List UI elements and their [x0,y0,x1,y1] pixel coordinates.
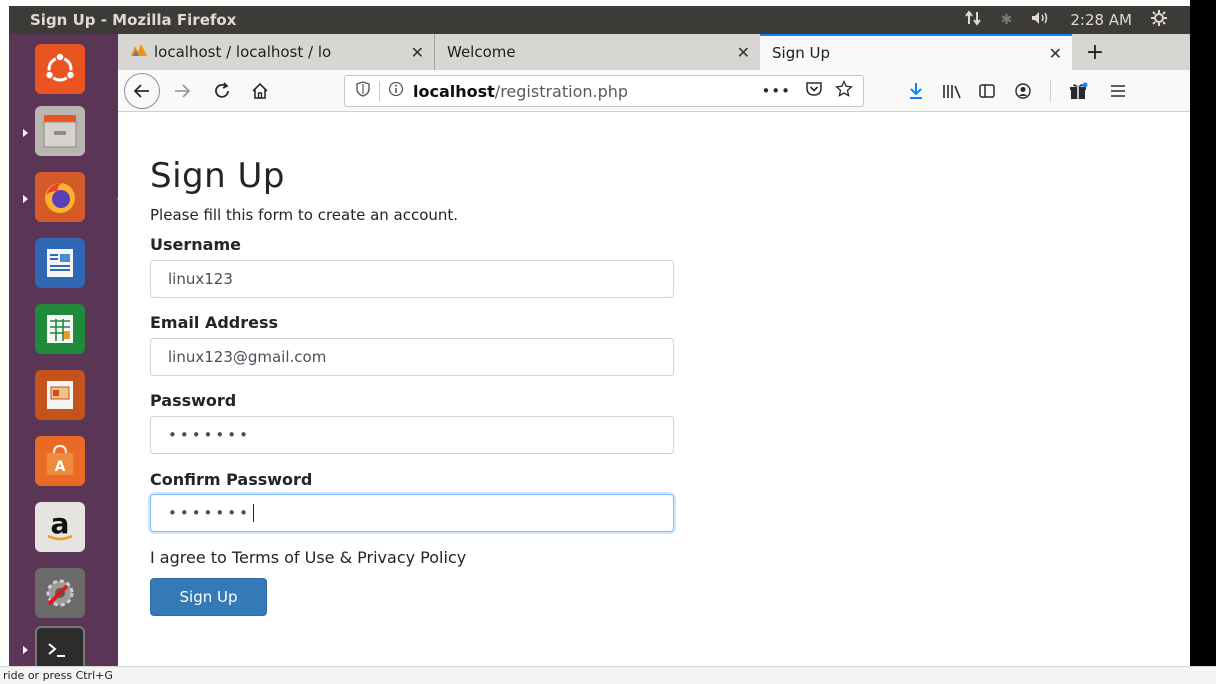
library-icon[interactable] [938,75,966,107]
close-tab-icon[interactable]: ✕ [1049,44,1062,63]
page-title: Sign Up [150,156,285,196]
software-center-icon[interactable]: A [35,436,85,486]
username-label: Username [150,235,241,254]
reload-button[interactable] [204,75,240,107]
files-icon[interactable] [35,106,85,156]
confirm-password-input[interactable]: ••••••• [150,494,674,532]
url-path: /registration.php [494,81,629,101]
status-text: ride or press Ctrl+G [3,669,113,682]
terminal-running-indicator [23,646,28,654]
screen: Sign Up - Mozilla Firefox ✱ 2:28 AM A a … [0,0,1216,684]
email-value: linux123@gmail.com [168,348,327,366]
confirm-password-value: ••••••• [168,504,251,522]
writer-icon[interactable] [35,238,85,288]
downloads-icon[interactable] [903,75,929,107]
username-input[interactable]: linux123 [150,260,674,298]
system-settings-icon[interactable] [35,568,85,618]
account-icon[interactable] [1009,75,1037,107]
firefox-window: localhost / localhost / lo ✕ Welcome ✕ S… [118,34,1190,666]
close-tab-icon[interactable]: ✕ [411,43,424,62]
phpmyadmin-icon [130,43,148,61]
files-running-indicator [23,129,28,137]
tracking-shield-icon[interactable] [355,81,371,101]
email-input[interactable]: linux123@gmail.com [150,338,674,376]
amazon-icon[interactable]: a [35,502,85,552]
session-gear-icon[interactable] [1150,9,1168,31]
tab-welcome[interactable]: Welcome ✕ [434,34,760,70]
page-content: Sign Up Please fill this form to create … [118,113,1190,666]
url-host: localhost [413,81,495,101]
url-divider [379,81,380,101]
password-value: ••••••• [168,426,251,444]
email-label: Email Address [150,313,279,332]
top-panel: Sign Up - Mozilla Firefox ✱ 2:28 AM [9,6,1190,34]
password-input[interactable]: ••••••• [150,416,674,454]
bluetooth-icon[interactable]: ✱ [1001,12,1013,28]
hamburger-menu-icon[interactable] [1103,75,1133,107]
back-button[interactable] [124,72,160,109]
right-margin [1190,0,1216,666]
svg-text:a: a [51,509,70,540]
toolbar-divider [1050,80,1051,102]
tab-label: localhost / localhost / lo [154,43,332,61]
left-margin [0,0,9,666]
username-value: linux123 [168,270,233,288]
tab-phpmyadmin[interactable]: localhost / localhost / lo ✕ [118,34,434,70]
ubuntu-dash-icon[interactable] [35,44,85,94]
tab-sign-up[interactable]: Sign Up ✕ [760,34,1072,70]
url-bar[interactable]: localhost/registration.php ••• [344,75,864,107]
text-caret [252,504,254,522]
forward-button[interactable] [164,75,200,107]
close-tab-icon[interactable]: ✕ [737,43,750,62]
clock[interactable]: 2:28 AM [1070,11,1132,29]
window-title: Sign Up - Mozilla Firefox [30,11,237,29]
panel-indicators: ✱ 2:28 AM [964,9,1190,31]
firefox-icon[interactable] [35,172,85,222]
new-tab-icon[interactable]: + [1072,34,1118,70]
page-actions-icon[interactable]: ••• [761,82,791,100]
tab-label: Sign Up [772,44,830,62]
status-bar: ride or press Ctrl+G [0,666,1216,684]
navigation-toolbar: localhost/registration.php ••• [118,70,1190,112]
volume-icon[interactable] [1030,10,1052,30]
bookmark-star-icon[interactable] [835,79,853,102]
calc-icon[interactable] [35,304,85,354]
home-button[interactable] [242,75,278,107]
pocket-icon[interactable] [805,81,823,101]
tab-bar: localhost / localhost / lo ✕ Welcome ✕ S… [118,34,1190,70]
confirm-password-label: Confirm Password [150,470,313,489]
impress-icon[interactable] [35,370,85,420]
firefox-running-indicator [23,195,28,203]
sign-up-button[interactable]: Sign Up [150,578,267,616]
svg-text:A: A [55,459,66,475]
tab-label: Welcome [447,43,516,61]
network-icon[interactable] [964,10,983,30]
password-label: Password [150,391,237,410]
unity-launcher: A a [9,34,122,676]
site-info-icon[interactable] [388,81,404,101]
sidebar-icon[interactable] [973,75,1001,107]
whats-new-gift-icon[interactable] [1063,75,1093,107]
page-subtitle: Please fill this form to create an accou… [150,206,459,224]
terms-agreement-text: I agree to Terms of Use & Privacy Policy [150,548,467,567]
